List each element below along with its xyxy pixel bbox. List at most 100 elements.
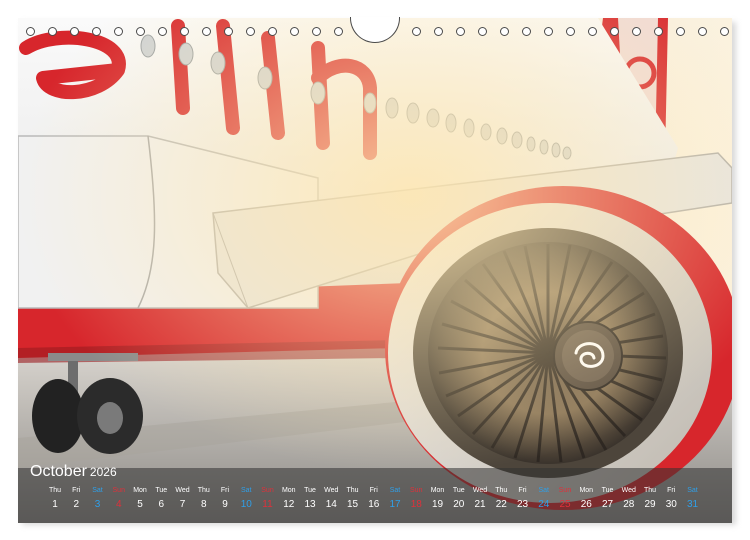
day-number: 4 [115,499,122,510]
binding-hole [70,27,79,36]
day-cell: Fri 23 [512,486,534,512]
month-name: October [30,463,87,480]
day-number: 20 [453,499,465,510]
month-title: October 2026 [30,463,117,481]
binding-hole [26,27,35,36]
day-cell: Sat 31 [682,486,704,512]
day-cell: Mon 12 [278,486,300,512]
weekday-label: Fri [369,487,378,494]
day-cell: Tue 27 [597,486,619,512]
day-number: 10 [240,499,252,510]
binding-hole [312,27,321,36]
day-number: 5 [137,499,143,510]
day-cell: Wed 7 [172,486,194,512]
weekday-label: Thu [48,487,62,494]
binding-hole [114,27,123,36]
day-strip: Thu 1 Fri 2 Sat 3 Sun 4 Mon 5 Tue 6 Wed 7 Thu 8 Fri 9 Sat 1… [0,486,750,516]
day-cell: Thu 29 [639,486,661,512]
day-number: 25 [559,499,571,510]
weekday-label: Sun [558,487,572,494]
day-cell: Mon 5 [129,486,151,512]
day-cell: Sat 3 [87,486,109,512]
weekday-label: Fri [72,487,81,494]
weekday-label: Tue [304,487,316,494]
day-number: 7 [179,499,186,510]
binding-hole [268,27,277,36]
weekday-label: Mon [430,487,445,494]
day-number: 23 [516,499,529,510]
day-cell: Tue 13 [299,486,321,512]
day-cell: Sat 24 [533,486,555,512]
binding-hole [224,27,233,36]
day-cell: Fri 30 [660,486,682,512]
day-cell: Tue 6 [150,486,172,512]
day-cell: Sat 10 [235,486,257,512]
day-cell: Fri 9 [214,486,236,512]
day-cell: Wed 21 [469,486,491,512]
weekday-label: Wed [324,487,339,494]
day-cell: Fri 2 [65,486,87,512]
calendar-page [18,18,732,523]
weekday-label: Fri [667,487,676,494]
day-number: 30 [665,499,677,510]
binding-hole [158,27,167,36]
day-number: 2 [73,499,80,510]
binding-hole [202,27,211,36]
weekday-label: Sat [92,487,103,494]
weekday-label: Tue [155,487,168,494]
weekday-label: Sat [389,487,401,494]
day-number: 13 [304,499,316,510]
binding-hole [610,27,619,36]
day-number: 9 [222,499,228,510]
day-number: 19 [431,499,444,510]
weekday-label: Wed [621,487,636,494]
day-number: 31 [686,499,699,510]
day-cell: Thu 8 [193,486,215,512]
day-number: 26 [580,499,592,510]
weekday-label: Fri [518,487,527,494]
binding-hole [654,27,663,36]
binding-hole [478,27,487,36]
weekday-label: Sun [112,487,125,494]
binding-hole [334,27,343,36]
day-cell: Thu 15 [342,486,364,512]
binding-hole [522,27,531,36]
day-number: 11 [262,499,273,510]
weekday-label: Sun [261,487,274,494]
binding-hole [434,27,443,36]
day-number: 8 [200,499,207,510]
day-number: 12 [283,499,295,510]
day-number: 29 [644,499,656,510]
day-number: 18 [410,499,422,510]
weekday-label: Sat [538,487,549,494]
binding-holes [0,0,750,43]
day-number: 6 [158,499,165,510]
day-cell: Thu 1 [44,486,66,512]
day-cell: Sun 25 [554,486,576,512]
weekday-label: Sun [410,487,423,494]
weekday-label: Mon [579,487,594,494]
weekday-label: Mon [133,487,147,494]
day-number: 24 [538,499,550,510]
day-number: 22 [495,499,507,510]
binding-hole [720,27,729,36]
binding-hole [246,27,255,36]
weekday-label: Thu [495,487,508,494]
day-cell: Wed 14 [320,486,342,512]
day-cell: Mon 19 [427,486,449,512]
day-number: 16 [368,499,380,510]
day-cell: Fri 16 [363,486,385,512]
day-cell: Tue 20 [448,486,470,512]
weekday-label: Sat [240,487,252,494]
weekday-label: Wed [175,487,190,494]
binding-hole [180,27,189,36]
day-number: 27 [601,499,614,510]
weekday-label: Tue [452,487,465,494]
binding-hole [412,27,421,36]
binding-hole [500,27,509,36]
day-number: 17 [389,499,401,510]
binding-hole [676,27,685,36]
hanger-notch [350,17,400,43]
binding-hole [290,27,299,36]
day-cell: Sun 18 [405,486,427,512]
